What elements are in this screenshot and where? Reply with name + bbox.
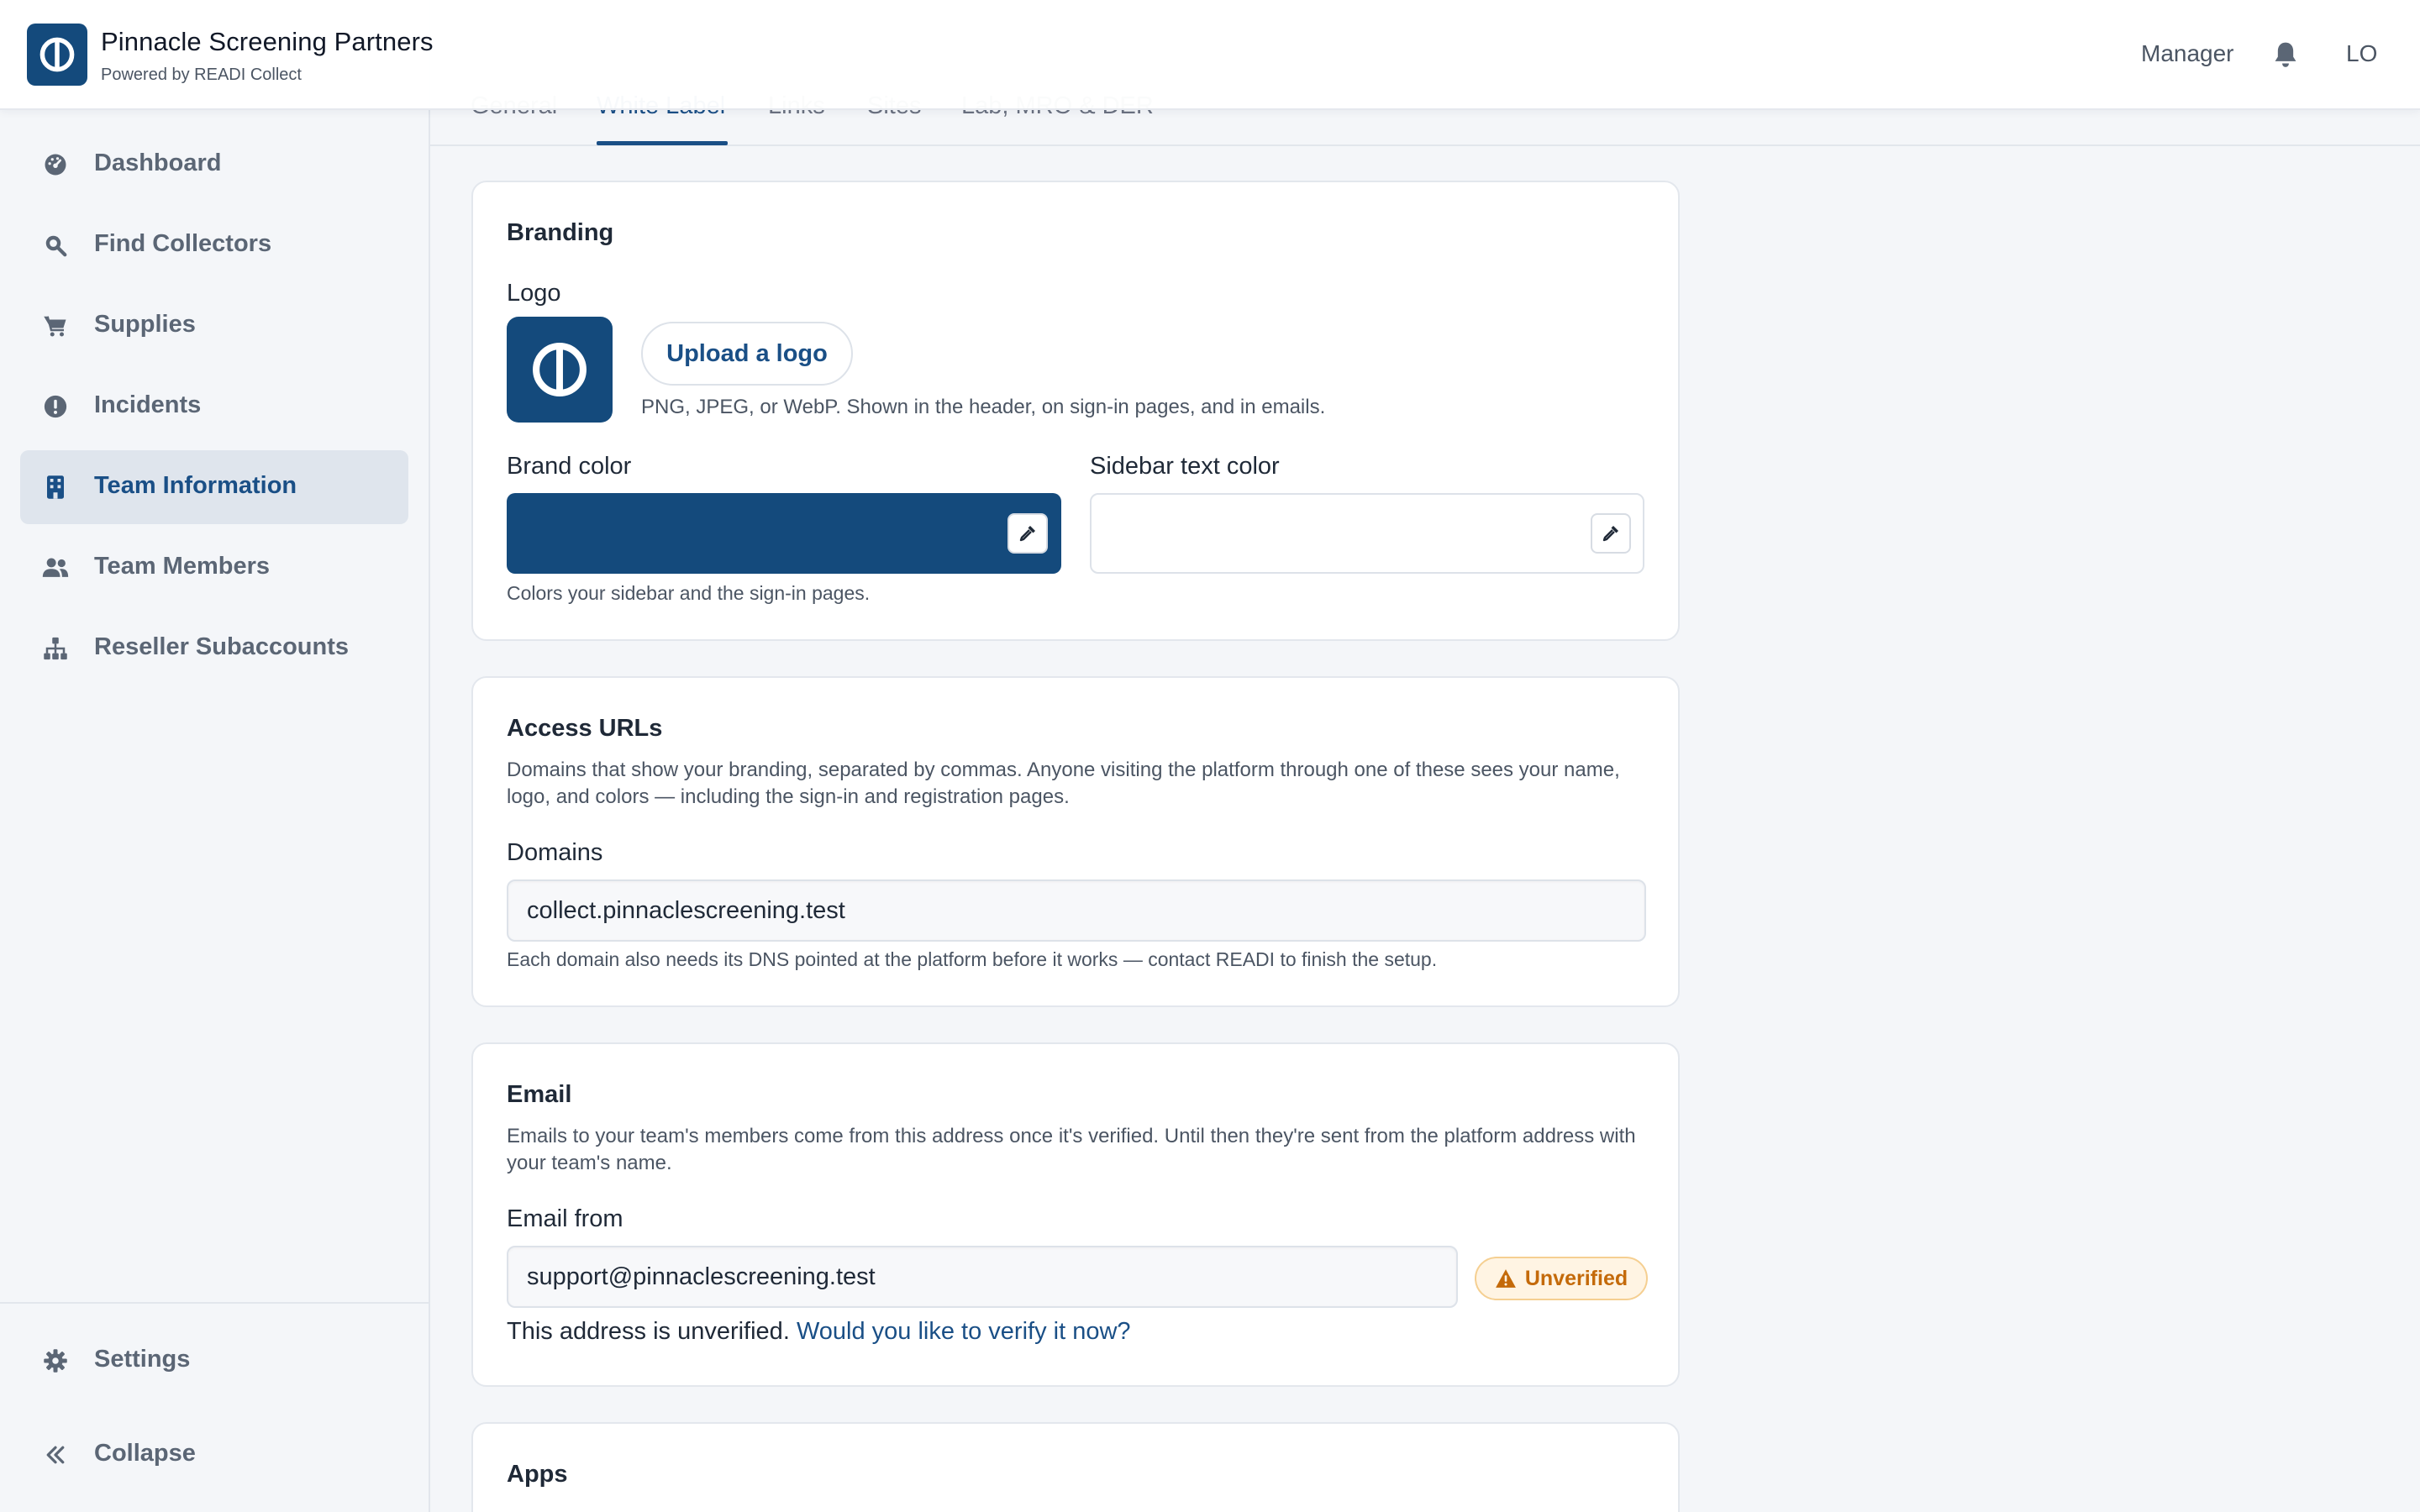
brand-color-eyedropper-button[interactable] bbox=[1007, 513, 1048, 554]
sidebar-item-label: Find Collectors bbox=[94, 230, 272, 257]
sidebar-divider bbox=[0, 1302, 429, 1304]
sidebar-item-supplies[interactable]: Supplies bbox=[20, 289, 408, 363]
verify-now-link[interactable]: Would you like to verify it now? bbox=[797, 1318, 1131, 1345]
top-header: Pinnacle Screening Partners Powered by R… bbox=[0, 0, 2420, 110]
email-from-label: Email from bbox=[507, 1205, 623, 1232]
sidebar-text-color-label: Sidebar text color bbox=[1090, 453, 1280, 480]
branding-card: Branding Logo Upload a logo PNG, JPEG, o… bbox=[471, 181, 1680, 641]
powered-by: Powered by READI Collect bbox=[101, 66, 302, 84]
brand-color-label: Brand color bbox=[507, 453, 632, 480]
users-icon bbox=[40, 553, 71, 583]
email-card: Email Emails to your team's members come… bbox=[471, 1042, 1680, 1387]
logo-preview bbox=[507, 317, 613, 423]
status-badge-label: Unverified bbox=[1524, 1266, 1628, 1290]
org-name: Pinnacle Screening Partners bbox=[101, 27, 434, 56]
eyedropper-icon bbox=[1602, 526, 1618, 542]
sidebar-text-color-field[interactable] bbox=[1090, 493, 1644, 574]
sidebar-item-dashboard[interactable]: Dashboard bbox=[20, 128, 408, 202]
cart-icon bbox=[40, 311, 71, 341]
sidebar-item-settings[interactable]: Settings bbox=[20, 1324, 408, 1398]
building-icon bbox=[40, 472, 71, 502]
sidebar-item-incidents[interactable]: Incidents bbox=[20, 370, 408, 444]
apps-card: Apps bbox=[471, 1422, 1680, 1512]
domains-input[interactable] bbox=[507, 879, 1646, 942]
sidebar-item-label: Reseller Subaccounts bbox=[94, 633, 349, 660]
sidebar-item-label: Team Information bbox=[94, 472, 297, 499]
sidebar-item-label: Supplies bbox=[94, 311, 196, 338]
sidebar: Dashboard Find Collectors Supplies Incid… bbox=[0, 0, 430, 1512]
domains-label: Domains bbox=[507, 839, 603, 866]
sidebar-collapse-button[interactable]: Collapse bbox=[20, 1418, 408, 1492]
sidebar-item-label: Incidents bbox=[94, 391, 202, 418]
org-logo-mark-icon bbox=[39, 37, 75, 72]
access-urls-description: Domains that show your branding, separat… bbox=[507, 759, 1620, 808]
hierarchy-icon bbox=[40, 633, 71, 664]
sidebar-text-color-eyedropper-button[interactable] bbox=[1591, 513, 1631, 554]
search-icon bbox=[40, 230, 71, 260]
access-urls-card: Access URLs Domains that show your brand… bbox=[471, 676, 1680, 1007]
eyedropper-icon bbox=[1019, 526, 1035, 542]
access-urls-title: Access URLs bbox=[507, 715, 663, 742]
org-logo bbox=[27, 24, 87, 86]
verify-message: This address is unverified. Would you li… bbox=[507, 1318, 1131, 1346]
email-title: Email bbox=[507, 1081, 572, 1108]
email-description: Emails to your team's members come from … bbox=[507, 1125, 1636, 1174]
email-from-input[interactable] bbox=[507, 1246, 1458, 1308]
apps-title: Apps bbox=[507, 1461, 568, 1488]
sidebar-item-reseller-subaccounts[interactable]: Reseller Subaccounts bbox=[20, 612, 408, 685]
alert-circle-icon bbox=[40, 391, 71, 422]
status-badge: Unverified bbox=[1475, 1257, 1648, 1300]
gear-icon bbox=[40, 1346, 71, 1376]
upload-hint: PNG, JPEG, or WebP. Shown in the header,… bbox=[641, 396, 1326, 418]
unverified-text: This address is unverified. bbox=[507, 1318, 790, 1345]
logo-label: Logo bbox=[507, 280, 561, 307]
logo-preview-mark-icon bbox=[533, 343, 587, 396]
color-hint: Colors your sidebar and the sign-in page… bbox=[507, 582, 871, 604]
role-switcher[interactable]: Manager bbox=[2141, 40, 2234, 67]
user-avatar[interactable]: LO bbox=[2346, 40, 2377, 67]
collapse-label: Collapse bbox=[94, 1440, 196, 1467]
sidebar-item-find-collectors[interactable]: Find Collectors bbox=[20, 208, 408, 282]
sidebar-item-label: Team Members bbox=[94, 553, 270, 580]
domains-hint: Each domain also needs its DNS pointed a… bbox=[507, 948, 1438, 970]
chevrons-left-icon bbox=[40, 1440, 71, 1470]
sidebar-item-team-information[interactable]: Team Information bbox=[20, 450, 408, 524]
dashboard-gauge-icon bbox=[40, 150, 71, 180]
bell-icon[interactable] bbox=[2270, 39, 2301, 71]
settings-label: Settings bbox=[94, 1346, 191, 1373]
upload-logo-button[interactable]: Upload a logo bbox=[641, 322, 853, 386]
branding-title: Branding bbox=[507, 219, 614, 246]
brand-color-field[interactable] bbox=[507, 493, 1061, 574]
active-tab-indicator bbox=[597, 141, 728, 145]
warning-triangle-icon bbox=[1495, 1269, 1516, 1288]
sidebar-item-label: Dashboard bbox=[94, 150, 222, 176]
sidebar-item-team-members[interactable]: Team Members bbox=[20, 531, 408, 605]
